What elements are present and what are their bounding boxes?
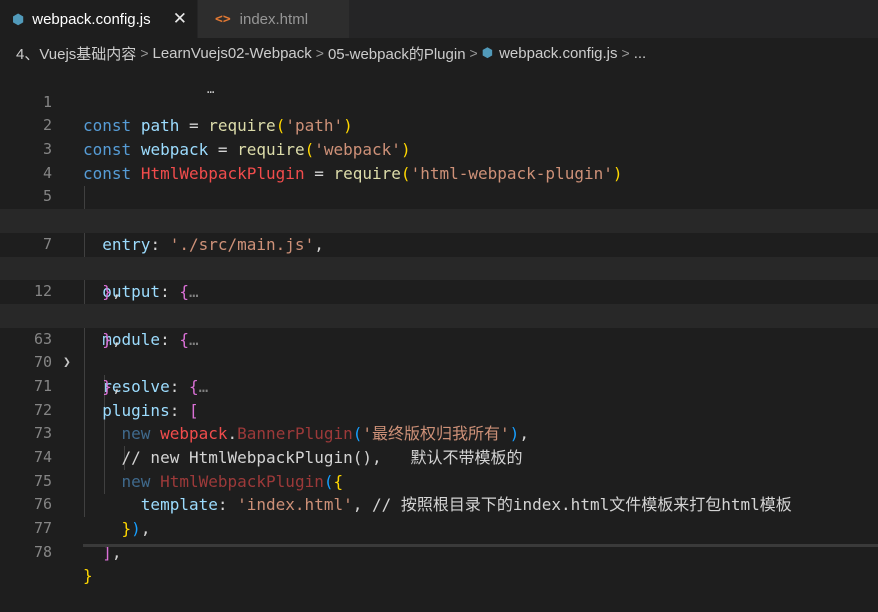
- close-icon[interactable]: ✕: [173, 9, 187, 29]
- breadcrumb-item[interactable]: LearnVuejs02-Webpack: [153, 45, 312, 62]
- code-line: 78 }: [0, 517, 878, 586]
- code-line: 77 ],: [0, 493, 878, 562]
- code-line: 73 // new HtmlWebpackPlugin(), 默认不带模板的: [0, 399, 878, 467]
- code-line-folded: 63 ❯ resolve: {…: [0, 303, 878, 396]
- chevron-right-icon: >: [140, 45, 149, 61]
- tab-label: index.html: [239, 10, 309, 28]
- breadcrumb-item[interactable]: ...: [634, 45, 647, 62]
- code-line: 70 },: [0, 328, 878, 396]
- chevron-right-icon: >: [621, 45, 630, 61]
- line-number: 78: [33, 542, 52, 561]
- breadcrumb-item[interactable]: webpack.config.js: [499, 45, 617, 62]
- code-line: 75 template: 'index.html', // 按照根目录下的ind…: [0, 446, 878, 515]
- chevron-right-icon: >: [469, 45, 478, 61]
- code-line: 3 const HtmlWebpackPlugin = require('htm…: [0, 114, 878, 183]
- js-file-icon: ⬢: [481, 45, 494, 60]
- code-line: 71 plugins: [: [0, 351, 878, 420]
- code-line: 11 },: [0, 233, 878, 302]
- code-line: 5 module.exports = {: [0, 162, 878, 230]
- code-line: 6 entry: './src/main.js',: [0, 185, 878, 254]
- html-file-icon: <>: [215, 11, 231, 27]
- breadcrumb: 4、Vuejs基础内容 > LearnVuejs02-Webpack > 05-…: [0, 38, 878, 68]
- code-line: 1 const path = require('path') ⋯: [0, 67, 878, 135]
- tab-label: webpack.config.js: [32, 10, 151, 28]
- breadcrumb-item[interactable]: 4、Vuejs基础内容: [16, 43, 136, 64]
- code-line: 72 new webpack.BannerPlugin('最终版权归我所有'),: [0, 375, 878, 444]
- code-editor[interactable]: 1 const path = require('path') ⋯ 2 const…: [0, 67, 878, 586]
- code-line-folded: 7 ❯ output: {…: [0, 209, 878, 301]
- js-file-icon: ⬢: [12, 10, 25, 27]
- tab-index-html[interactable]: <> index.html: [198, 0, 350, 38]
- code-line: 4: [0, 138, 878, 182]
- tab-bar: ⬢ webpack.config.js ✕ <> index.html: [0, 0, 878, 38]
- tab-webpack-config[interactable]: ⬢ webpack.config.js ✕: [0, 0, 198, 38]
- code-line: 62 },: [0, 280, 878, 349]
- code-line: 76 }),: [0, 470, 878, 538]
- code-line: 74 new HtmlWebpackPlugin({: [0, 422, 878, 491]
- code-line: 2 const webpack = require('webpack'): [0, 91, 878, 159]
- breadcrumb-item[interactable]: 05-webpack的Plugin: [328, 43, 466, 64]
- code-line-folded: 12 ❯ module: {…: [0, 256, 878, 349]
- chevron-right-icon: >: [315, 45, 324, 61]
